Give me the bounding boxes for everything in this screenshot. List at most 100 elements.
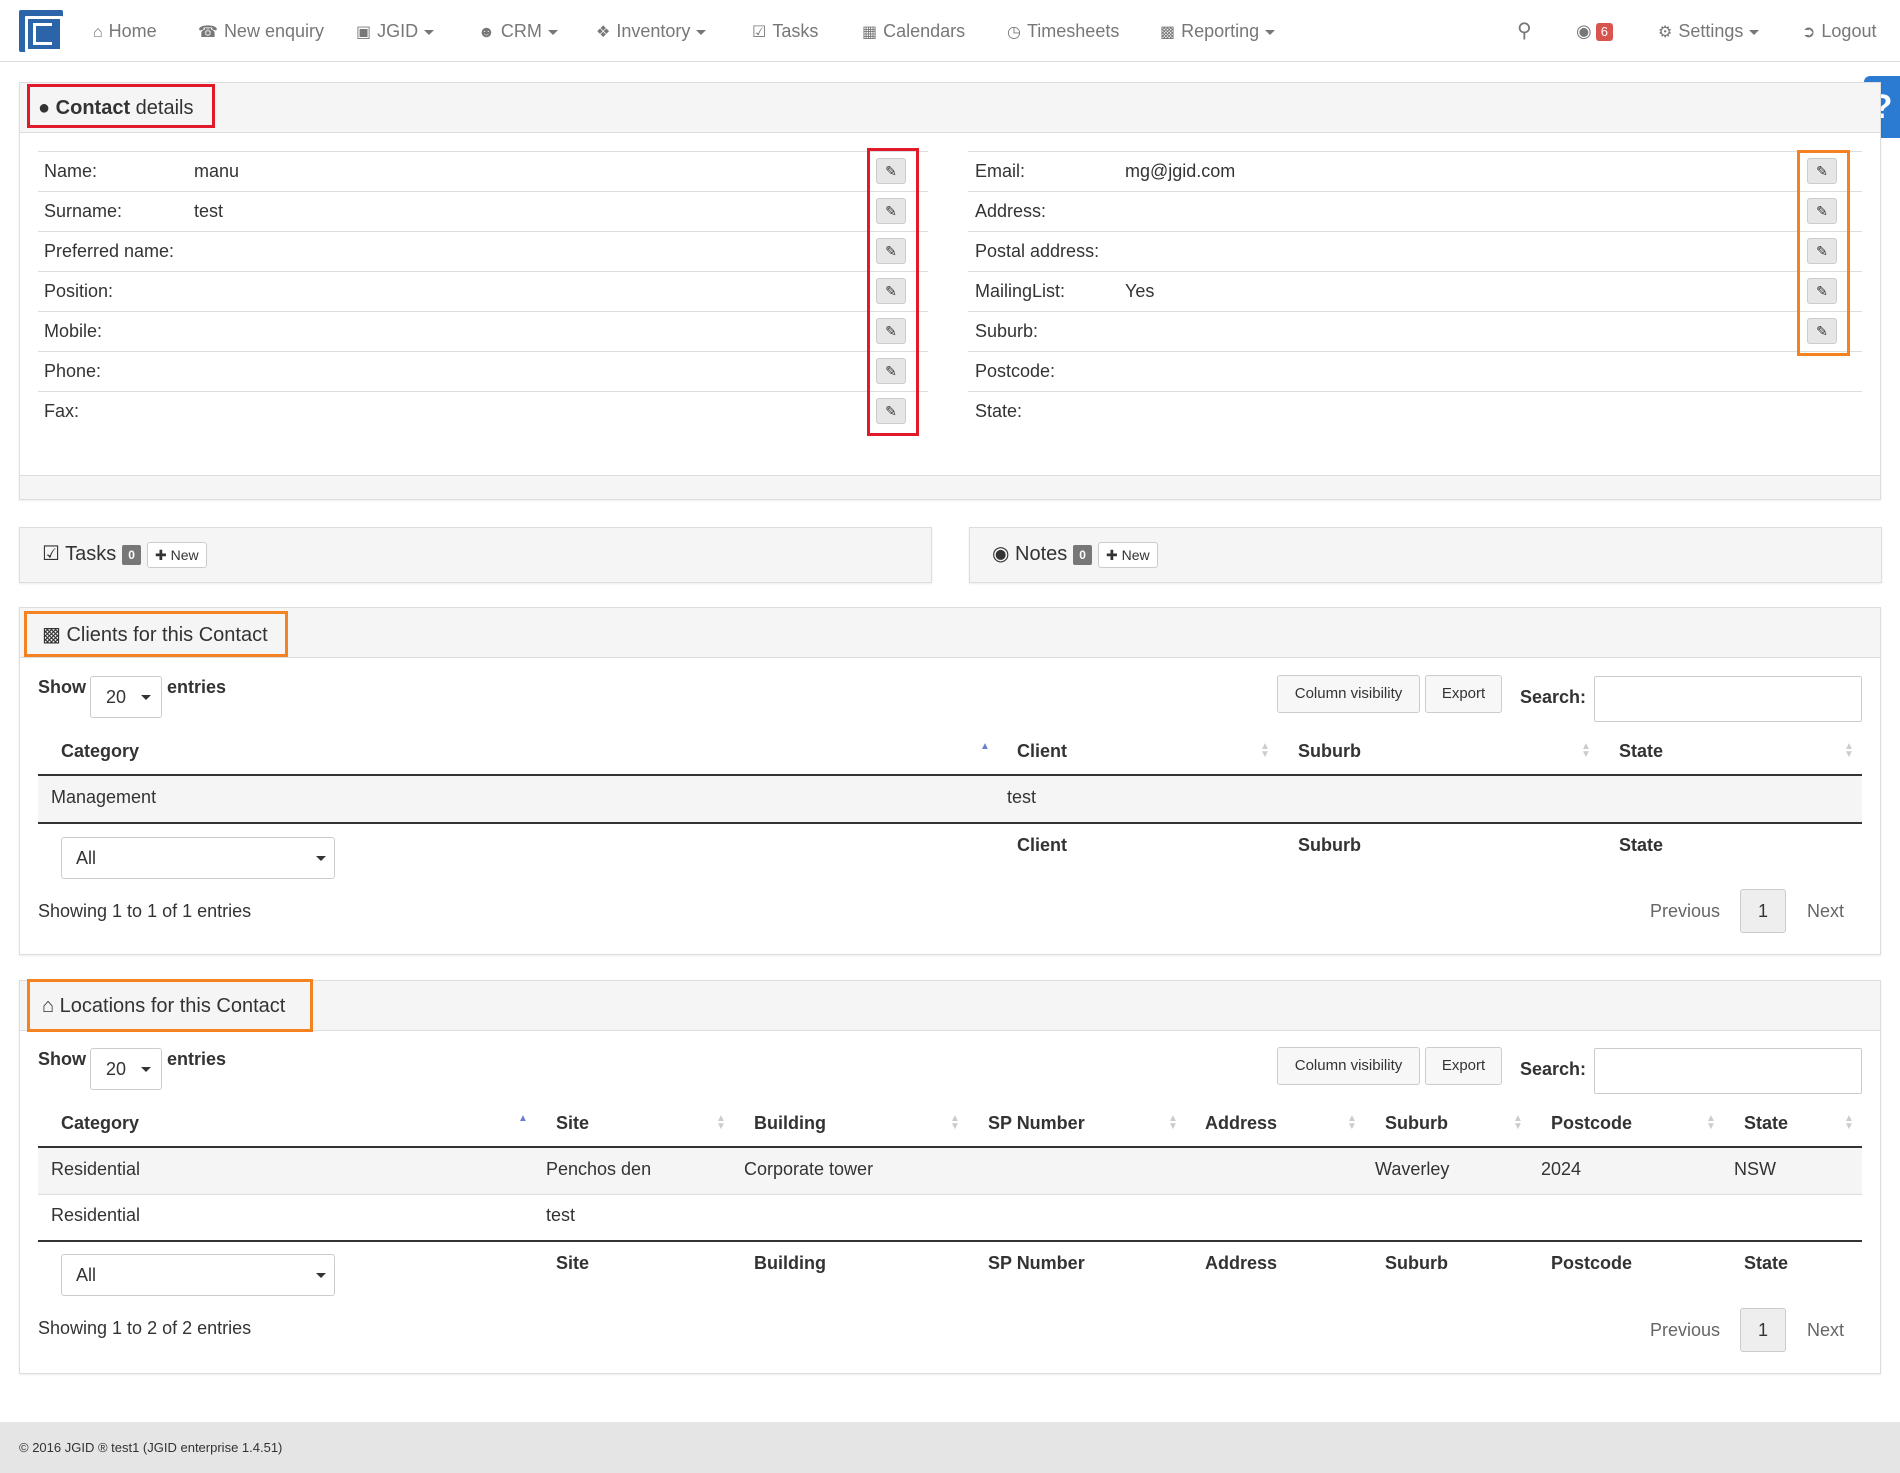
field-divider: [38, 231, 928, 232]
nav-reporting[interactable]: ▩ Reporting: [1160, 0, 1276, 62]
users-icon: ☻: [478, 24, 495, 41]
new-task-button[interactable]: ✚ New: [146, 541, 207, 568]
locations-page-size-select[interactable]: 20: [90, 1048, 162, 1090]
column-header[interactable]: Suburb: [1385, 1113, 1448, 1134]
clients-next-button[interactable]: Next: [1807, 901, 1844, 922]
locations-page-1-button[interactable]: 1: [1740, 1308, 1786, 1352]
column-header[interactable]: Address: [1205, 1113, 1277, 1134]
nav-logout[interactable]: ➲ Logout: [1802, 0, 1876, 62]
table-cell: Corporate tower: [744, 1159, 874, 1179]
table-row[interactable]: [38, 1148, 1862, 1194]
field-label: State:: [975, 401, 1023, 421]
footer-column-label: State: [1744, 1253, 1789, 1273]
chevron-down-icon: [316, 856, 326, 861]
column-header[interactable]: Client: [1017, 741, 1067, 762]
nav-new-enquiry[interactable]: ☎ New enquiry: [198, 0, 324, 62]
nav-timesheets[interactable]: ◷ Timesheets: [1007, 0, 1119, 62]
column-header[interactable]: Category: [61, 741, 139, 762]
sort-icon: ▲ ▼: [1168, 1113, 1178, 1132]
field-label: Email:: [975, 161, 1026, 181]
column-header[interactable]: Site: [556, 1113, 589, 1134]
clients-search-label: Search:: [1520, 687, 1587, 707]
column-header[interactable]: Building: [754, 1113, 826, 1134]
field-divider: [968, 151, 1862, 152]
sort-icon: ▲ ▼: [1347, 1113, 1357, 1132]
locations-entries-label: entries: [167, 1049, 227, 1069]
nav-crm[interactable]: ☻ CRM: [478, 0, 558, 62]
calendar-icon: ▦: [862, 24, 878, 41]
tasks-count-badge: 0: [122, 544, 141, 565]
nav-tasks[interactable]: ☑ Tasks: [752, 0, 818, 62]
field-value: manu: [194, 161, 240, 181]
field-label: Position:: [44, 281, 114, 301]
clients-previous-button[interactable]: Previous: [1650, 901, 1720, 922]
field-label: Suburb:: [975, 321, 1039, 341]
column-header[interactable]: Postcode: [1551, 1113, 1632, 1134]
new-note-button[interactable]: ✚ New: [1097, 541, 1158, 568]
locations-export-button[interactable]: Export: [1425, 1047, 1502, 1085]
locations-previous-button[interactable]: Previous: [1650, 1320, 1720, 1341]
locations-next-button[interactable]: Next: [1807, 1320, 1844, 1341]
field-label: MailingList:: [975, 281, 1066, 301]
clients-category-filter[interactable]: All: [61, 837, 335, 879]
locations-category-filter[interactable]: All: [61, 1254, 335, 1296]
highlight-contact-title: [27, 84, 215, 128]
field-divider: [38, 191, 928, 192]
notes-count-badge: 0: [1073, 544, 1092, 565]
phone-icon: ☎: [198, 24, 218, 41]
nav-jgid[interactable]: ▣ JGID: [356, 0, 435, 62]
field-divider: [968, 271, 1862, 272]
locations-search-label: Search:: [1520, 1059, 1587, 1079]
field-label: Postal address:: [975, 241, 1100, 261]
sort-icon: ▲ ▼: [1581, 741, 1591, 760]
nav-home[interactable]: ⌂ Home: [93, 0, 157, 62]
column-header[interactable]: State: [1619, 741, 1663, 762]
field-divider: [968, 351, 1862, 352]
field-label: Mobile:: [44, 321, 103, 341]
locations-search-input[interactable]: [1594, 1048, 1862, 1094]
field-label: Preferred name:: [44, 241, 175, 261]
field-divider: [38, 351, 928, 352]
search-button[interactable]: ⚲: [1517, 0, 1532, 62]
bar-chart-icon: ▩: [1160, 24, 1176, 41]
nav-calendars[interactable]: ▦ Calendars: [862, 0, 965, 62]
clients-page-1-button[interactable]: 1: [1740, 889, 1786, 933]
notes-panel: ◉ Notes 0 ✚ New: [969, 527, 1882, 583]
table-row[interactable]: [38, 776, 1862, 822]
footer-column-label: Suburb: [1385, 1253, 1448, 1273]
column-header[interactable]: Suburb: [1298, 741, 1361, 762]
table-cell: Residential: [51, 1205, 141, 1225]
sort-icon: ▲ ▼: [1706, 1113, 1716, 1132]
chevron-down-icon: [424, 29, 435, 35]
jgid-logo[interactable]: [19, 10, 63, 52]
gear-icon: ⚙: [1658, 24, 1673, 41]
chevron-down-icon: [141, 695, 151, 700]
table-cell: NSW: [1734, 1159, 1776, 1179]
column-header[interactable]: SP Number: [988, 1113, 1085, 1134]
clients-export-button[interactable]: Export: [1425, 675, 1502, 713]
notifications-button[interactable]: ◉ 6: [1576, 0, 1613, 62]
logout-icon: ➲: [1802, 24, 1816, 41]
table-cell: test: [1007, 787, 1037, 807]
sort-icon: ▲ ▼: [1844, 741, 1854, 760]
clock-icon: ◷: [1007, 24, 1021, 41]
footer-column-label: SP Number: [988, 1253, 1085, 1273]
clients-show-label: Show: [38, 677, 86, 697]
column-header[interactable]: State: [1744, 1113, 1788, 1134]
field-divider: [38, 311, 928, 312]
table-footer-rule: [38, 822, 1862, 824]
field-label: Surname:: [44, 201, 123, 221]
clients-page-size-select[interactable]: 20: [90, 676, 162, 718]
clients-search-input[interactable]: [1594, 676, 1862, 722]
clients-entries-label: entries: [167, 677, 227, 697]
field-value: mg@jgid.com: [1125, 161, 1236, 181]
locations-column-visibility-button[interactable]: Column visibility: [1277, 1047, 1420, 1085]
clients-column-visibility-button[interactable]: Column visibility: [1277, 675, 1420, 713]
nav-inventory[interactable]: ❖ Inventory: [596, 0, 707, 62]
column-header[interactable]: Category: [61, 1113, 139, 1134]
contact-panel-footer: [20, 475, 1880, 499]
chevron-down-icon: [547, 29, 558, 35]
contact-details-panel: ● Contact details: [19, 82, 1881, 500]
nav-settings[interactable]: ⚙ Settings: [1658, 0, 1760, 62]
notifications-badge: 6: [1595, 23, 1613, 42]
